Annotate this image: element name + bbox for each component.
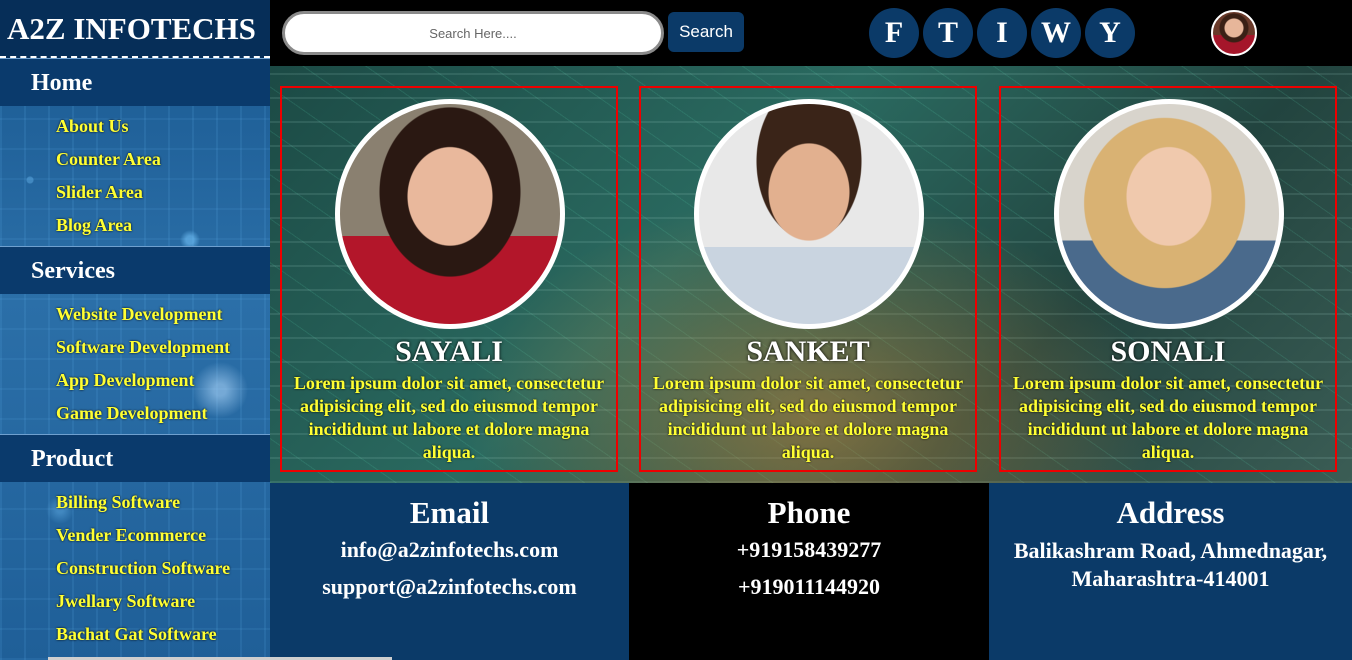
avatar[interactable] [1211,10,1257,56]
member-photo [1054,99,1284,329]
sidebar-item-construction-software[interactable]: Construction Software [0,552,270,585]
team-card-sanket: SANKET Lorem ipsum dolor sit amet, conse… [639,86,977,472]
sidebar-item-blog-area[interactable]: Blog Area [0,209,270,242]
top-bar: Search F T I W Y [270,0,1352,66]
contact-address-panel: Address Balikashram Road, Ahmednagar, Ma… [989,483,1352,660]
sidebar-item-counter-area[interactable]: Counter Area [0,143,270,176]
twitter-icon[interactable]: T [923,8,973,58]
contact-email-panel: Email info@a2zinfotechs.com support@a2zi… [270,483,629,660]
phone-title: Phone [767,495,851,530]
team-card-sonali: SONALI Lorem ipsum dolor sit amet, conse… [999,86,1337,472]
address-line-2: Maharashtra-414001 [1071,566,1270,591]
member-description: Lorem ipsum dolor sit amet, consectetur … [1012,373,1324,462]
sidebar-item-bachat-gat-software[interactable]: Bachat Gat Software [0,618,270,651]
home-submenu: About Us Counter Area Slider Area Blog A… [0,106,270,246]
sidebar-item-game-development[interactable]: Game Development [0,397,270,430]
team-card-sayali: SAYALI Lorem ipsum dolor sit amet, conse… [280,86,618,472]
member-photo [694,99,924,329]
instagram-icon[interactable]: I [977,8,1027,58]
sidebar-item-billing-software[interactable]: Billing Software [0,486,270,519]
sidebar: A2Z INFOTECHS Home About Us Counter Area… [0,0,270,660]
sidebar-section-product[interactable]: Product [0,434,270,482]
facebook-icon[interactable]: F [869,8,919,58]
sidebar-item-vender-ecommerce[interactable]: Vender Ecommerce [0,519,270,552]
address-line-1: Balikashram Road, Ahmednagar, [1013,538,1328,563]
sidebar-section-services[interactable]: Services [0,246,270,294]
sidebar-item-software-development[interactable]: Software Development [0,331,270,364]
member-name: SAYALI [395,335,503,368]
sidebar-section-home[interactable]: Home [0,58,270,106]
whatsapp-icon[interactable]: W [1031,8,1081,58]
sidebar-item-about-us[interactable]: About Us [0,110,270,143]
member-name: SONALI [1110,335,1226,368]
member-description: Lorem ipsum dolor sit amet, consectetur … [652,373,964,462]
sidebar-item-website-development[interactable]: Website Development [0,298,270,331]
phone-number-1[interactable]: +919158439277 [629,531,989,568]
member-description: Lorem ipsum dolor sit amet, consectetur … [293,373,605,462]
email-link-support[interactable]: support@a2zinfotechs.com [270,568,629,605]
email-link-info[interactable]: info@a2zinfotechs.com [270,531,629,568]
search-input[interactable] [282,11,664,55]
member-photo [335,99,565,329]
youtube-icon[interactable]: Y [1085,8,1135,58]
services-submenu: Website Development Software Development… [0,294,270,434]
contact-phone-panel: Phone +919158439277 +919011144920 [629,483,989,660]
brand-logo-text[interactable]: A2Z INFOTECHS [0,0,270,58]
address-title: Address [1116,495,1225,530]
search-button[interactable]: Search [668,12,744,52]
sidebar-item-slider-area[interactable]: Slider Area [0,176,270,209]
sidebar-item-app-development[interactable]: App Development [0,364,270,397]
product-submenu: Billing Software Vender Ecommerce Constr… [0,482,270,660]
email-title: Email [409,495,490,530]
phone-number-2[interactable]: +919011144920 [629,568,989,605]
member-name: SANKET [746,335,870,368]
sidebar-item-jwellary-software[interactable]: Jwellary Software [0,585,270,618]
team-section: SAYALI Lorem ipsum dolor sit amet, conse… [270,66,1352,483]
